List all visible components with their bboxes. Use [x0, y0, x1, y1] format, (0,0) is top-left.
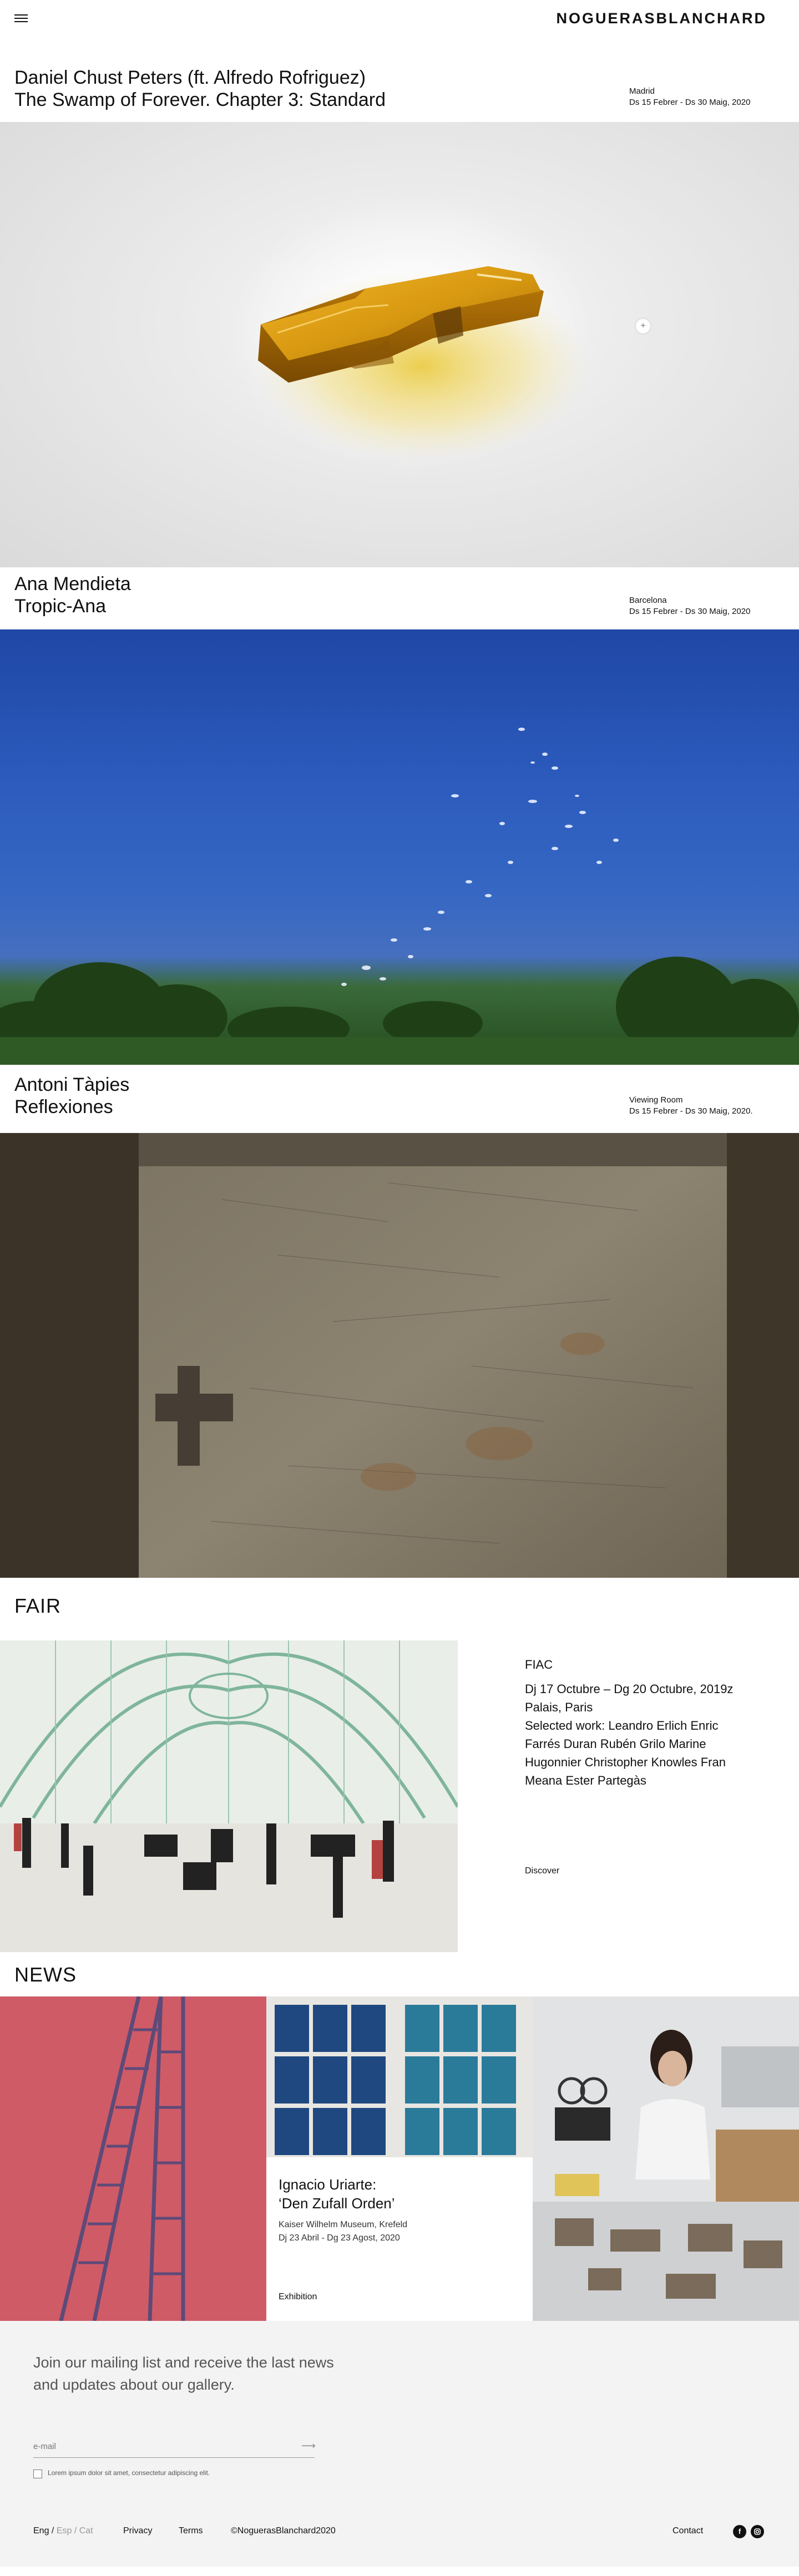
- exhibition-card[interactable]: Ana Mendieta Tropic-Ana Barcelona Ds 15 …: [0, 567, 799, 1065]
- fair-section-title: FAIR: [14, 1594, 62, 1617]
- studio-illustration: [533, 1996, 799, 2321]
- fair-venue: Palais, Paris: [525, 1700, 593, 1714]
- contact-link[interactable]: Contact: [672, 2526, 703, 2536]
- exhibition-title: Reflexiones: [14, 1096, 113, 1117]
- news-section-title: NEWS: [14, 1963, 77, 1986]
- privacy-link[interactable]: Privacy: [123, 2526, 152, 2536]
- sky-birds-illustration: [0, 728, 799, 1065]
- lang-eng[interactable]: Eng: [33, 2526, 49, 2536]
- instagram-icon[interactable]: [751, 2525, 764, 2538]
- mailing-list-section: Join our mailing list and receive the la…: [0, 2321, 799, 2567]
- news-section: NEWS Ignacio Uriarte: ‘Den Zufall Orden’…: [0, 1911, 799, 2321]
- news-card[interactable]: Ignacio Uriarte: ‘Den Zufall Orden’ Kais…: [266, 1996, 533, 2321]
- exhibition-card[interactable]: Antoni Tàpies Reflexiones Viewing Room D…: [0, 1065, 799, 1578]
- exhibition-artist: Daniel Chust Peters (ft. Alfredo Rofrigu…: [14, 67, 366, 88]
- news-image-ladder[interactable]: [0, 1996, 266, 2321]
- exhibition-dates: Ds 15 Febrer - Ds 30 Maig, 2020: [629, 607, 751, 616]
- blue-grid-illustration: [275, 2005, 516, 2155]
- consent-label: Lorem ipsum dolor sit amet, consectetur …: [48, 2469, 210, 2477]
- exhibition-title: The Swamp of Forever. Chapter 3: Standar…: [14, 89, 386, 110]
- language-switcher: Eng / Esp / Cat: [33, 2526, 93, 2536]
- exhibition-location: Madrid: [629, 87, 655, 96]
- ladder-illustration: [59, 1996, 185, 2321]
- lang-separator: /: [49, 2526, 57, 2536]
- mailing-heading: Join our mailing list and receive the la…: [33, 2354, 334, 2393]
- exhibition-dates: Ds 15 Febrer - Ds 30 Maig, 2020.: [629, 1106, 753, 1116]
- news-card-dates: Dj 23 Abril - Dg 23 Agost, 2020: [279, 2233, 400, 2243]
- fair-dates: Dj 17 Octubre – Dg 20 Octubre, 2019z: [525, 1682, 734, 1696]
- exhibition-header: Antoni Tàpies Reflexiones Viewing Room D…: [0, 1065, 799, 1133]
- exhibition-header: Ana Mendieta Tropic-Ana Barcelona Ds 15 …: [0, 567, 799, 629]
- arrow-right-icon[interactable]: ⟶: [301, 2440, 316, 2452]
- fair-section: FAIR FIAC Dj 17 Octubre – Dg 20 Octubre,…: [0, 1578, 799, 1952]
- news-card-venue: Kaiser Wilhelm Museum, Krefeld: [279, 2220, 408, 2229]
- fair-discover-link[interactable]: Discover: [525, 1866, 559, 1876]
- exhibition-artist: Ana Mendieta: [14, 573, 131, 595]
- news-card-image: [266, 1996, 533, 2157]
- exhibition-image-amber[interactable]: plus-icon +: [0, 122, 799, 567]
- lang-cat[interactable]: Cat: [79, 2526, 93, 2536]
- news-card-artist: Ignacio Uriarte:: [279, 2176, 377, 2193]
- exhibition-location: Viewing Room: [629, 1095, 683, 1105]
- facebook-icon[interactable]: f: [733, 2525, 746, 2538]
- exhibition-title: Tropic-Ana: [14, 596, 107, 617]
- amber-sculpture-illustration: [227, 194, 594, 471]
- lang-separator: /: [72, 2526, 79, 2536]
- hamburger-icon[interactable]: [14, 14, 28, 22]
- email-field[interactable]: [33, 2436, 315, 2458]
- exhibition-card[interactable]: Daniel Chust Peters (ft. Alfredo Rofrigu…: [0, 44, 799, 567]
- exhibition-header: Daniel Chust Peters (ft. Alfredo Rofrigu…: [0, 44, 799, 122]
- fair-name: FIAC: [525, 1658, 553, 1671]
- news-grid: Ignacio Uriarte: ‘Den Zufall Orden’ Kais…: [0, 1996, 799, 2321]
- grand-palais-illustration: [0, 1640, 458, 1952]
- news-card-title: ‘Den Zufall Orden’: [279, 2195, 395, 2212]
- fair-image[interactable]: [0, 1640, 458, 1952]
- exhibition-location: Barcelona: [629, 596, 667, 605]
- lang-esp[interactable]: Esp: [57, 2526, 72, 2536]
- terms-link[interactable]: Terms: [179, 2526, 203, 2536]
- site-header: NOGUERASBLANCHARD: [0, 0, 799, 44]
- fair-selected-work: Selected work: Leandro Erlich Enric Farr…: [525, 1719, 726, 1787]
- consent-checkbox[interactable]: [33, 2470, 42, 2478]
- exhibition-dates: Ds 15 Febrer - Ds 30 Maig, 2020: [629, 98, 751, 107]
- news-card-type: Exhibition: [279, 2292, 317, 2301]
- stone-texture-illustration: [0, 1133, 799, 1578]
- news-image-studio[interactable]: [533, 1996, 799, 2321]
- site-logo[interactable]: NOGUERASBLANCHARD: [557, 10, 767, 27]
- instagram-glyph: [754, 2528, 761, 2535]
- exhibition-artist: Antoni Tàpies: [14, 1074, 130, 1095]
- exhibition-image-sky[interactable]: [0, 629, 799, 1065]
- plus-glyph: +: [640, 321, 646, 331]
- exhibition-image-stone[interactable]: [0, 1133, 799, 1578]
- copyright: ©NoguerasBlanchard2020: [231, 2526, 336, 2536]
